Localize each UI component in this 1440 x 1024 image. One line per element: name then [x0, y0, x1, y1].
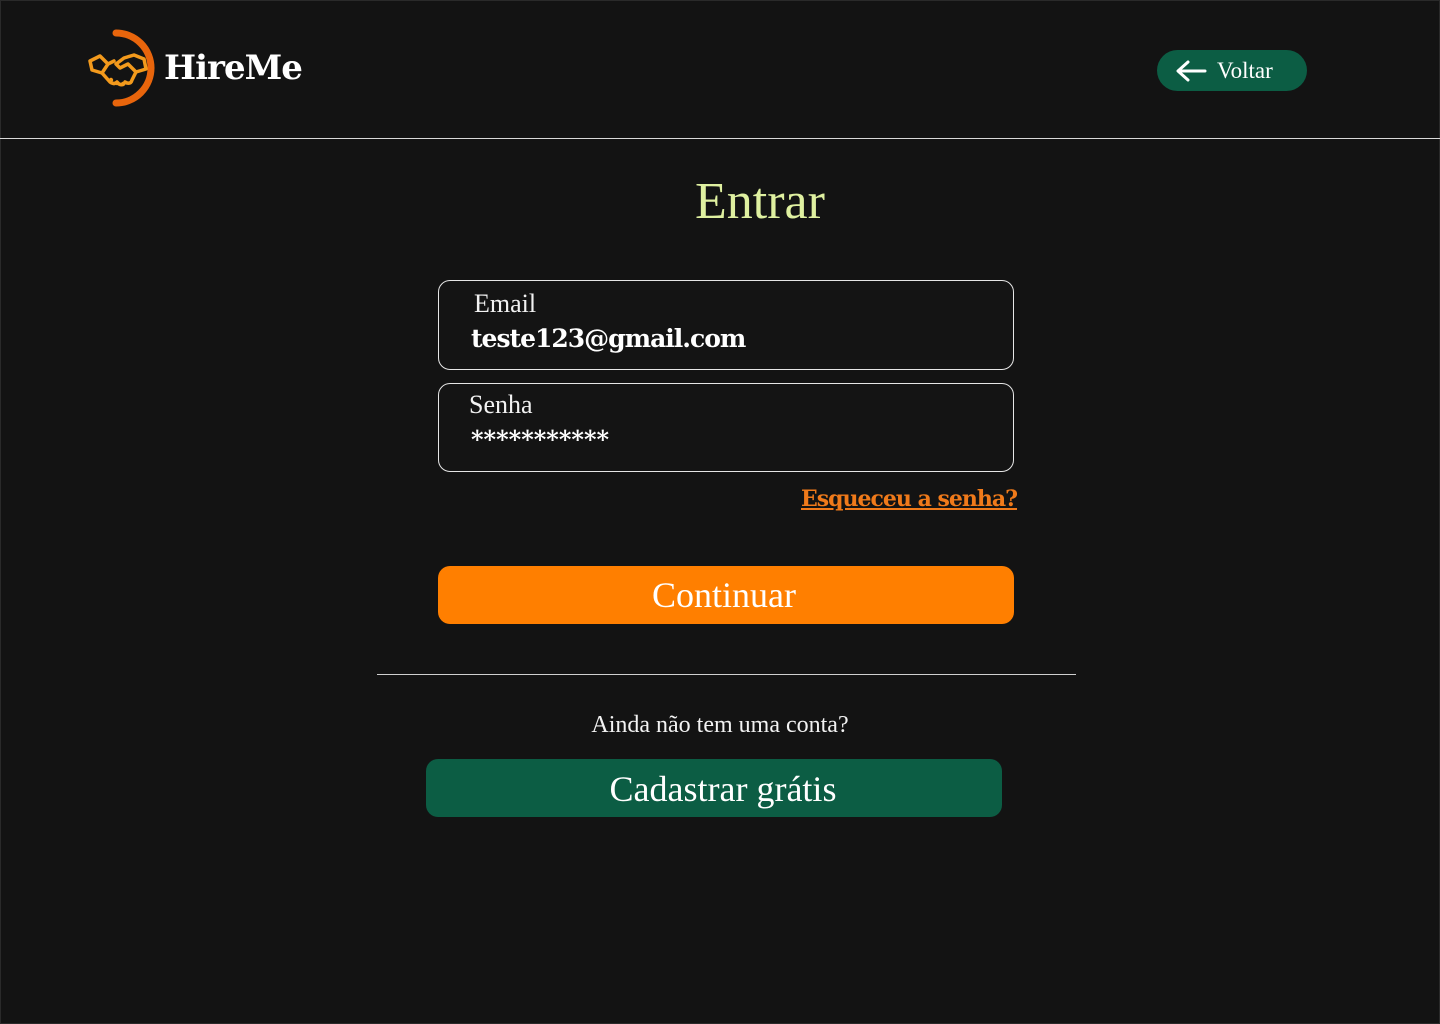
email-field[interactable]: Email: [438, 280, 1014, 370]
email-input[interactable]: [471, 324, 971, 353]
page-title: Entrar: [695, 173, 825, 230]
page-frame: [0, 0, 1440, 1024]
signup-prompt: Ainda não tem uma conta?: [591, 712, 849, 738]
continue-button[interactable]: Continuar: [438, 566, 1014, 624]
arrow-left-icon: [1176, 60, 1207, 81]
forgot-password-link[interactable]: Esqueceu a senha?: [801, 486, 1018, 512]
top-bar: HireMe Voltar: [0, 0, 1440, 139]
password-input[interactable]: [471, 425, 971, 454]
back-button[interactable]: Voltar: [1157, 50, 1307, 91]
app-name: HireMe: [164, 48, 303, 88]
section-divider: [377, 674, 1076, 675]
signup-button[interactable]: Cadastrar grátis: [426, 759, 1002, 817]
back-button-label: Voltar: [1217, 57, 1273, 83]
app-logo[interactable]: HireMe: [86, 28, 303, 108]
email-label: Email: [474, 289, 537, 318]
password-label: Senha: [469, 390, 533, 419]
handshake-icon: [88, 29, 155, 107]
password-field[interactable]: Senha: [438, 383, 1014, 472]
